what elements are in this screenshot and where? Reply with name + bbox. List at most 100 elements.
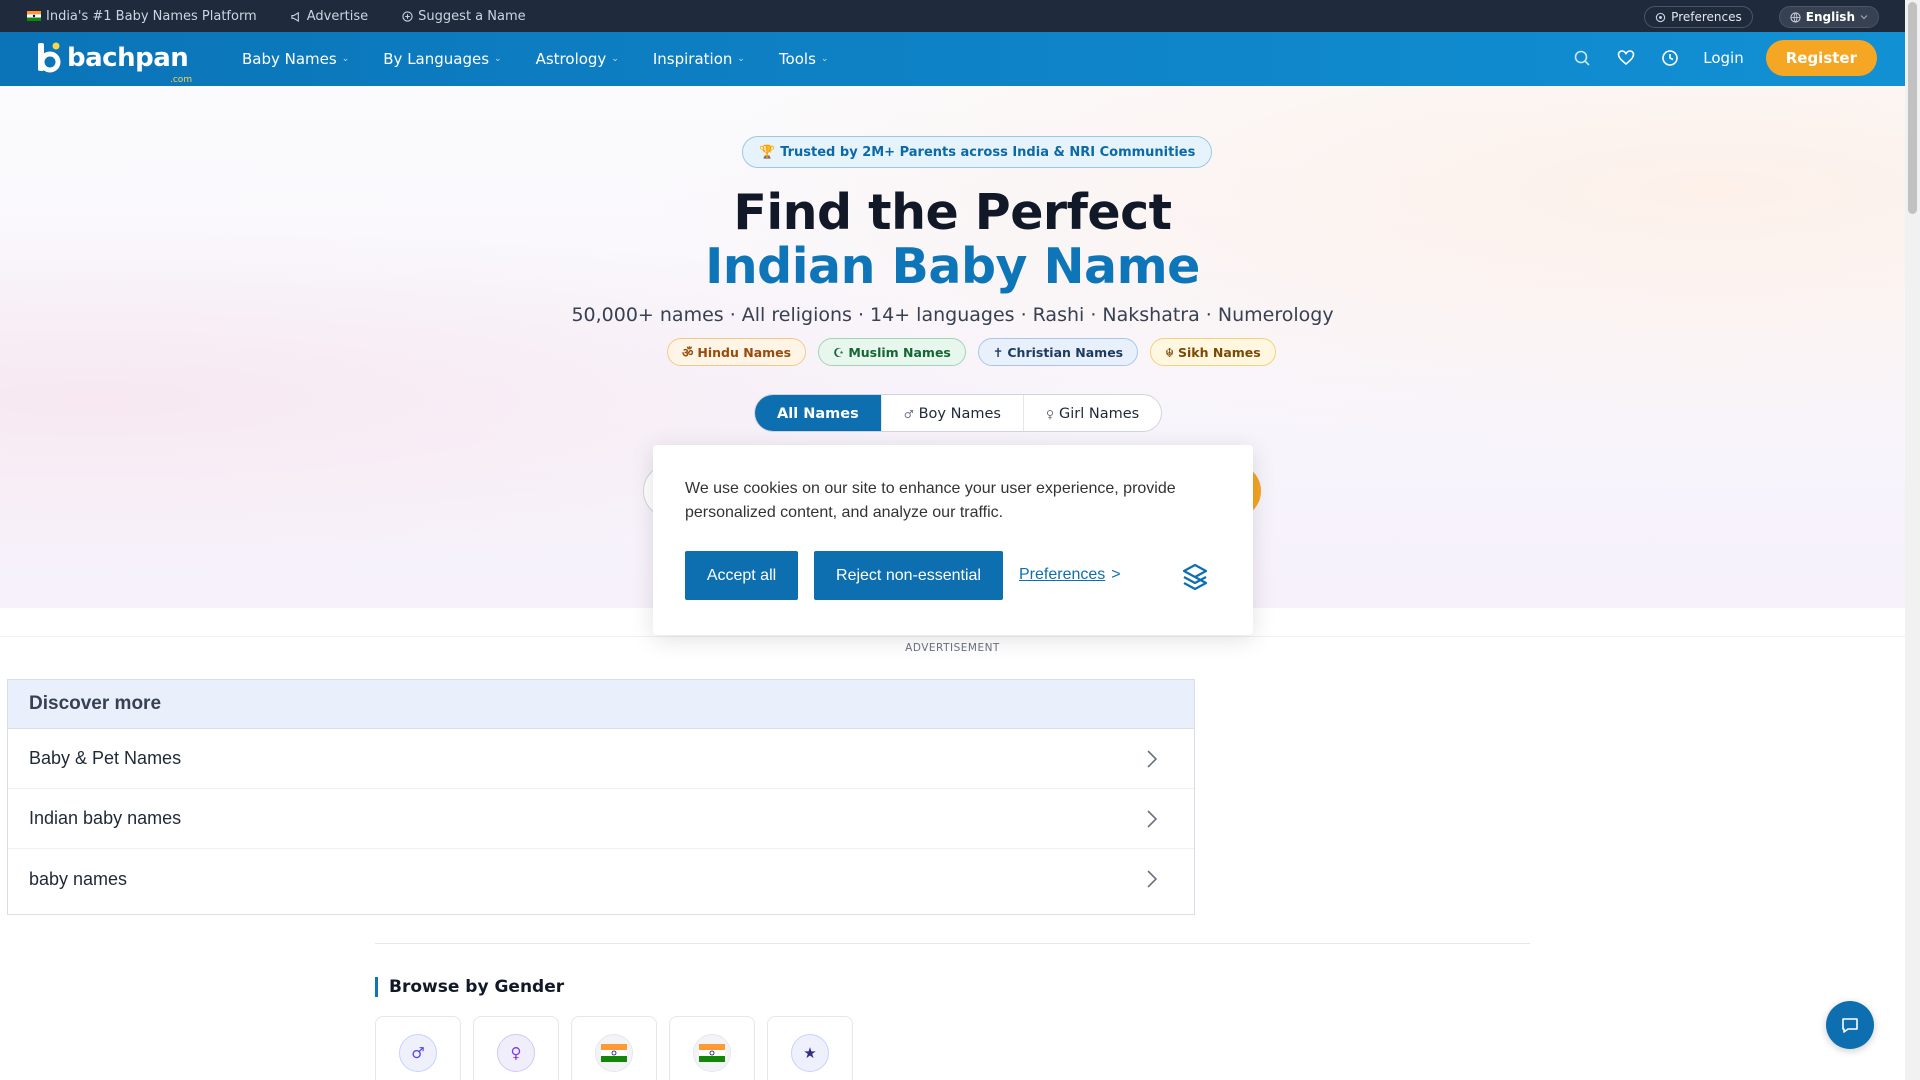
advertise-link[interactable]: Advertise — [291, 9, 368, 24]
india-flag-icon — [595, 1034, 633, 1072]
nav-actions: Login Register — [1571, 40, 1877, 76]
discover-item-label: Baby & Pet Names — [29, 748, 182, 768]
login-link[interactable]: Login — [1703, 49, 1743, 67]
tag-hindu-names[interactable]: ॐ Hindu Names — [667, 338, 807, 366]
plus-circle-icon — [402, 10, 413, 22]
browse-card-boy[interactable]: ♂ — [375, 1016, 461, 1080]
trophy-icon: 🏆 — [759, 144, 776, 160]
chat-bubble-icon — [1842, 1018, 1858, 1033]
cookie-preferences-link[interactable]: Preferences > — [1019, 566, 1121, 584]
nav-by-languages-label: By Languages — [383, 50, 490, 68]
tag-hindu-label: Hindu Names — [697, 344, 792, 360]
tab-all-names[interactable]: All Names — [755, 395, 882, 431]
nav-inspiration-label: Inspiration — [652, 50, 733, 68]
khanda-icon: ☬ — [1165, 344, 1175, 360]
discover-item-label: Indian baby names — [29, 808, 182, 828]
cookie-message: We use cookies on our site to enhance yo… — [685, 480, 1176, 521]
nav-astrology[interactable]: Astrology ⌄ — [536, 50, 619, 68]
advertise-link-text: Advertise — [306, 8, 369, 24]
browse-card-unisex[interactable]: ★ — [767, 1016, 853, 1080]
search-icon[interactable] — [1571, 47, 1593, 69]
religion-tags: ॐ Hindu Names ☪ Muslim Names ✝ Christian Na… — [667, 338, 1276, 366]
chevron-right-icon — [1132, 807, 1172, 831]
chevron-down-icon: ⌄ — [494, 54, 502, 64]
tag-muslim-names[interactable]: ☪ Muslim Names — [818, 338, 966, 366]
trust-badge: 🏆 Trusted by 2M+ Parents across India & … — [742, 136, 1213, 168]
logo-wordmark: bachpan — [67, 43, 189, 73]
register-button[interactable]: Register — [1765, 40, 1877, 76]
heart-icon[interactable] — [1615, 47, 1637, 69]
tag-christian-label: Christian Names — [1007, 344, 1124, 360]
top-utility-bar: India's #1 Baby Names Platform Advertise… — [0, 0, 1905, 32]
tab-girl-names[interactable]: ♀ Girl Names — [1024, 395, 1161, 431]
gender-filter-tabs: All Names ♂ Boy Names ♀ Girl Names — [754, 394, 1163, 432]
site-logo[interactable]: bachpan .com — [35, 41, 192, 85]
star-icon: ★ — [791, 1034, 829, 1072]
cookie-consent-dialog: We use cookies on our site to enhance yo… — [653, 445, 1253, 635]
tag-muslim-label: Muslim Names — [848, 344, 951, 360]
tab-boy-names[interactable]: ♂ Boy Names — [882, 395, 1024, 431]
girl-icon: ♀ — [497, 1034, 535, 1072]
chevron-right-icon — [1132, 747, 1172, 771]
hero-title-line1: Find the Perfect — [733, 184, 1172, 241]
tag-christian-names[interactable]: ✝ Christian Names — [977, 338, 1139, 366]
boy-icon: ♂ — [399, 1034, 437, 1072]
male-symbol-icon: ♂ — [903, 407, 914, 421]
hero-title-line2: Indian Baby Name — [705, 238, 1200, 295]
suggest-name-link-text: Suggest a Name — [418, 8, 526, 24]
female-symbol-icon: ♀ — [1045, 407, 1054, 421]
top-utility-links: India's #1 Baby Names Platform Advertise… — [27, 0, 526, 32]
platform-tagline-text: India's #1 Baby Names Platform — [46, 8, 257, 24]
nav-tools-label: Tools — [778, 50, 816, 68]
chevron-down-icon: ⌄ — [737, 54, 745, 64]
om-icon: ॐ — [682, 344, 694, 360]
discover-item-label: baby names — [29, 868, 128, 889]
india-flag-icon — [27, 11, 41, 21]
language-select-value: English — [1805, 10, 1855, 24]
tab-boy-names-label: Boy Names — [918, 406, 1001, 422]
tab-all-names-label: All Names — [777, 406, 859, 422]
top-utility-right: Preferences English — [1644, 6, 1879, 28]
chevron-right-icon — [1132, 867, 1172, 891]
chevron-down-icon — [1860, 15, 1868, 20]
hero-subtitle: 50,000+ names · All religions · 14+ lang… — [571, 304, 1334, 326]
scrollbar-thumb[interactable] — [1908, 2, 1917, 214]
cross-icon: ✝ — [992, 344, 1004, 360]
logo-dotcom: .com — [170, 75, 193, 85]
discover-item[interactable]: Indian baby names — [8, 789, 1194, 849]
discover-more-widget: Discover more Baby & Pet Names Indian ba… — [7, 679, 1195, 915]
section-divider — [375, 943, 1530, 944]
gear-icon — [1655, 12, 1666, 22]
browse-card-indian[interactable] — [571, 1016, 657, 1080]
browse-by-gender-title: Browse by Gender — [375, 977, 564, 997]
nav-tools[interactable]: Tools ⌄ — [779, 50, 829, 68]
tag-sikh-names[interactable]: ☬ Sikh Names — [1150, 338, 1276, 366]
reject-non-essential-button[interactable]: Reject non-essential — [814, 551, 1003, 600]
nav-inspiration[interactable]: Inspiration ⌄ — [653, 50, 745, 68]
discover-more-title: Discover more — [8, 680, 1194, 729]
cookie-preferences-label: Preferences — [1019, 566, 1106, 583]
megaphone-icon — [291, 11, 299, 22]
page-scrollbar[interactable] — [1905, 0, 1920, 1080]
accept-all-button[interactable]: Accept all — [685, 551, 798, 600]
discover-item[interactable]: baby names — [8, 849, 1194, 909]
chevron-down-icon: ⌄ — [341, 54, 350, 64]
browse-card-girl[interactable]: ♀ — [473, 1016, 559, 1080]
globe-icon — [1790, 11, 1801, 23]
primary-nav-links: Baby Names ⌄ By Languages ⌄ Astrology ⌄ Ins… — [242, 32, 828, 86]
nav-by-languages[interactable]: By Languages ⌄ — [383, 50, 501, 68]
trust-badge-text: Trusted by 2M+ Parents across India & NR… — [780, 144, 1196, 160]
advertisement-label: ADVERTISEMENT — [905, 642, 1000, 654]
preferences-button[interactable]: Preferences — [1644, 6, 1753, 28]
browse-card-indian-2[interactable] — [669, 1016, 755, 1080]
crescent-icon: ☪ — [833, 344, 845, 360]
browse-gender-cards: ♂ ♀ ★ — [375, 1016, 853, 1080]
tab-girl-names-label: Girl Names — [1059, 406, 1140, 422]
nav-baby-names[interactable]: Baby Names ⌄ — [242, 50, 349, 68]
language-select[interactable]: English — [1778, 6, 1879, 28]
india-flag-icon — [693, 1034, 731, 1072]
suggest-name-link[interactable]: Suggest a Name — [402, 8, 526, 24]
chat-button[interactable] — [1826, 1001, 1874, 1049]
history-clock-icon[interactable] — [1659, 47, 1681, 69]
discover-item[interactable]: Baby & Pet Names — [8, 729, 1194, 789]
